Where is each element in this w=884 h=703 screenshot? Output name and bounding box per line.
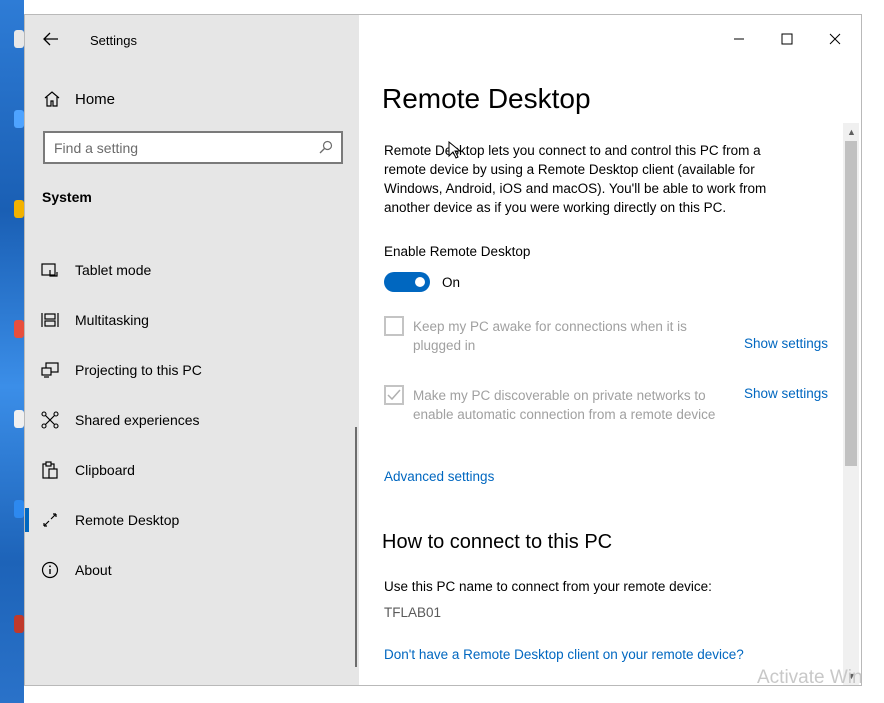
remote-desktop-client-link[interactable]: Don't have a Remote Desktop client on yo… [384, 647, 744, 662]
toggle-knob [415, 277, 425, 287]
desktop-top-edge [24, 0, 884, 14]
keep-awake-label: Keep my PC awake for connections when it… [413, 319, 687, 353]
toggle-state-label: On [442, 275, 461, 290]
checkmark-icon [387, 389, 401, 401]
search-icon[interactable] [319, 140, 333, 154]
use-pc-name-label: Use this PC name to connect from your re… [384, 579, 712, 594]
sidebar-item-remote-desktop[interactable]: Remote Desktop [25, 500, 355, 540]
sidebar: Settings Home System Tablet mode [25, 15, 359, 685]
keep-awake-checkbox[interactable] [384, 316, 404, 336]
discoverable-checkbox[interactable] [384, 385, 404, 405]
sidebar-item-label: Shared experiences [75, 412, 200, 428]
scroll-up-icon[interactable]: ▲ [847, 127, 856, 137]
close-icon[interactable] [823, 27, 847, 51]
page-title: Remote Desktop [382, 83, 591, 114]
discoverable-label: Make my PC discoverable on private netwo… [413, 388, 716, 422]
sidebar-scrollbar[interactable] [355, 427, 357, 667]
sidebar-item-label: Projecting to this PC [75, 362, 202, 378]
info-icon [41, 561, 59, 579]
desktop-background [0, 0, 24, 703]
pc-name-value: TFLAB01 [384, 605, 442, 620]
content-scrollbar[interactable]: ▲ ▼ [843, 123, 859, 685]
scrollbar-thumb[interactable] [845, 141, 857, 466]
enable-remote-desktop-toggle[interactable] [384, 272, 430, 292]
title-bar: Settings [25, 15, 359, 65]
projecting-icon [41, 361, 59, 379]
active-indicator [25, 508, 29, 532]
main-content: Remote Desktop Remote Desktop lets you c… [359, 15, 862, 686]
minimize-icon[interactable] [727, 27, 751, 51]
connect-heading: How to connect to this PC [382, 531, 613, 553]
home-icon [43, 90, 61, 108]
settings-window: Settings Home System Tablet mode [24, 14, 862, 686]
desktop-icon[interactable] [14, 320, 24, 338]
sidebar-item-clipboard[interactable]: Clipboard [25, 450, 355, 490]
advanced-settings-link[interactable]: Advanced settings [384, 469, 494, 484]
sidebar-item-label: About [75, 562, 112, 578]
desktop-icon[interactable] [14, 110, 24, 128]
description-text: Remote Desktop lets you connect to and c… [384, 143, 767, 215]
desktop-icon[interactable] [14, 615, 24, 633]
screen: Settings Home System Tablet mode [0, 0, 884, 703]
tablet-mode-icon [41, 261, 59, 279]
multitasking-icon [41, 311, 59, 329]
sidebar-item-shared-experiences[interactable]: Shared experiences [25, 400, 355, 440]
shared-experiences-icon [41, 411, 59, 429]
sidebar-item-home[interactable]: Home [25, 85, 359, 115]
sidebar-item-about[interactable]: About [25, 550, 355, 590]
sidebar-item-label: Tablet mode [75, 262, 152, 278]
sidebar-item-label: Home [75, 91, 116, 108]
enable-remote-desktop-label: Enable Remote Desktop [384, 244, 531, 259]
sidebar-item-multitasking[interactable]: Multitasking [25, 300, 355, 340]
keep-awake-show-settings-link[interactable]: Show settings [744, 336, 828, 351]
back-arrow-icon[interactable] [41, 29, 61, 49]
sidebar-item-label: Clipboard [75, 462, 135, 478]
desktop-icon[interactable] [14, 30, 24, 48]
app-title: Settings [90, 33, 137, 48]
mouse-cursor-icon [448, 140, 462, 159]
sidebar-item-label: Remote Desktop [75, 512, 180, 528]
maximize-icon[interactable] [775, 27, 799, 51]
sidebar-item-tablet-mode[interactable]: Tablet mode [25, 250, 355, 290]
search-box[interactable] [43, 131, 343, 164]
sidebar-item-projecting[interactable]: Projecting to this PC [25, 350, 355, 390]
desktop-icon[interactable] [14, 500, 24, 518]
desktop-icon[interactable] [14, 200, 24, 218]
sidebar-item-label: Multitasking [75, 312, 149, 328]
remote-desktop-icon [41, 511, 59, 529]
discoverable-show-settings-link[interactable]: Show settings [744, 386, 828, 401]
section-title: System [42, 189, 92, 205]
search-input[interactable] [45, 133, 315, 162]
activation-watermark: Activate Win [757, 667, 862, 686]
clipboard-icon [41, 461, 59, 479]
desktop-icon[interactable] [14, 410, 24, 428]
